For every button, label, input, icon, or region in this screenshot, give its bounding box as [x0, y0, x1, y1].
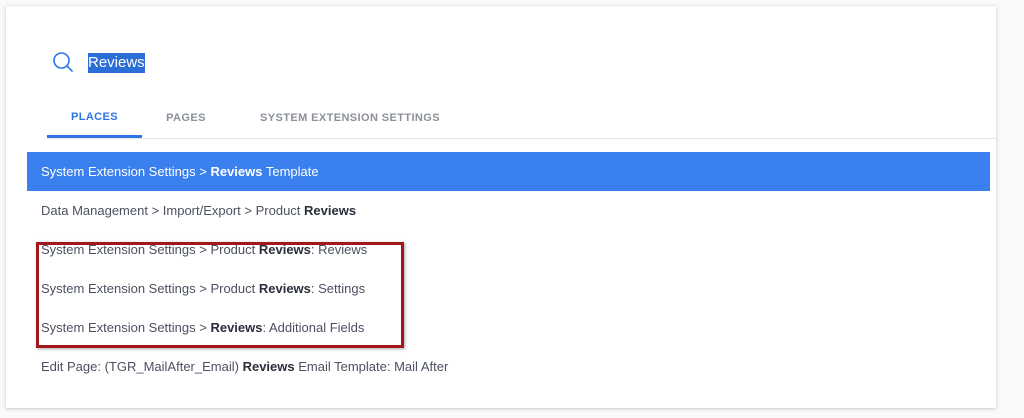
result-suffix: Template [262, 164, 319, 179]
result-match: Reviews [258, 242, 311, 257]
result-item[interactable]: System Extension Settings > Reviews Temp… [27, 152, 990, 191]
search-icon [52, 51, 74, 73]
result-text: System Extension Settings > Product Revi… [41, 242, 367, 257]
result-prefix: System Extension Settings > [41, 320, 211, 335]
result-match: Reviews [242, 359, 295, 374]
result-item[interactable]: Edit Page: (TGR_MailAfter_Email) Reviews… [27, 347, 990, 386]
result-item[interactable]: System Extension Settings > Reviews: Add… [27, 308, 990, 347]
tab-pages[interactable]: PAGES [142, 98, 230, 138]
result-text: System Extension Settings > Product Revi… [41, 281, 365, 296]
result-prefix: Edit Page: (TGR_MailAfter_Email) [41, 359, 243, 374]
result-text: Edit Page: (TGR_MailAfter_Email) Reviews… [41, 359, 448, 374]
result-item[interactable]: System Extension Settings > Product Revi… [27, 269, 990, 308]
result-match: Reviews [210, 320, 263, 335]
result-prefix: System Extension Settings > [41, 164, 211, 179]
results-list: System Extension Settings > Reviews Temp… [27, 152, 990, 386]
result-prefix: System Extension Settings > Product [41, 242, 259, 257]
result-match: Reviews [210, 164, 263, 179]
result-prefix: Data Management > Import/Export > Produc… [41, 203, 305, 218]
result-item[interactable]: Data Management > Import/Export > Produc… [27, 191, 990, 230]
result-suffix: : Reviews [310, 242, 368, 257]
search-input[interactable]: Reviews [88, 52, 145, 73]
result-suffix: Email Template: Mail After [294, 359, 449, 374]
result-text: Data Management > Import/Export > Produc… [41, 203, 356, 218]
tab-system-extension-settings-label: SYSTEM EXTENSION SETTINGS [260, 112, 440, 124]
result-text: System Extension Settings > Reviews Temp… [41, 164, 319, 179]
result-item[interactable]: System Extension Settings > Product Revi… [27, 230, 990, 269]
search-input-value: Reviews [88, 52, 145, 73]
screen: Reviews PLACES PAGES SYSTEM EXTENSION SE… [0, 0, 1024, 418]
tab-places[interactable]: PLACES [47, 98, 142, 138]
result-text: System Extension Settings > Reviews: Add… [41, 320, 364, 335]
result-prefix: System Extension Settings > Product [41, 281, 259, 296]
result-suffix: : Settings [310, 281, 366, 296]
result-suffix: : Additional Fields [262, 320, 365, 335]
tab-places-label: PLACES [70, 110, 119, 123]
search-bar[interactable]: Reviews [52, 44, 145, 80]
result-match: Reviews [304, 203, 357, 218]
result-match: Reviews [258, 281, 311, 296]
tab-pages-label: PAGES [166, 112, 206, 124]
tab-system-extension-settings[interactable]: SYSTEM EXTENSION SETTINGS [230, 98, 470, 138]
result-tabs: PLACES PAGES SYSTEM EXTENSION SETTINGS [47, 98, 996, 139]
